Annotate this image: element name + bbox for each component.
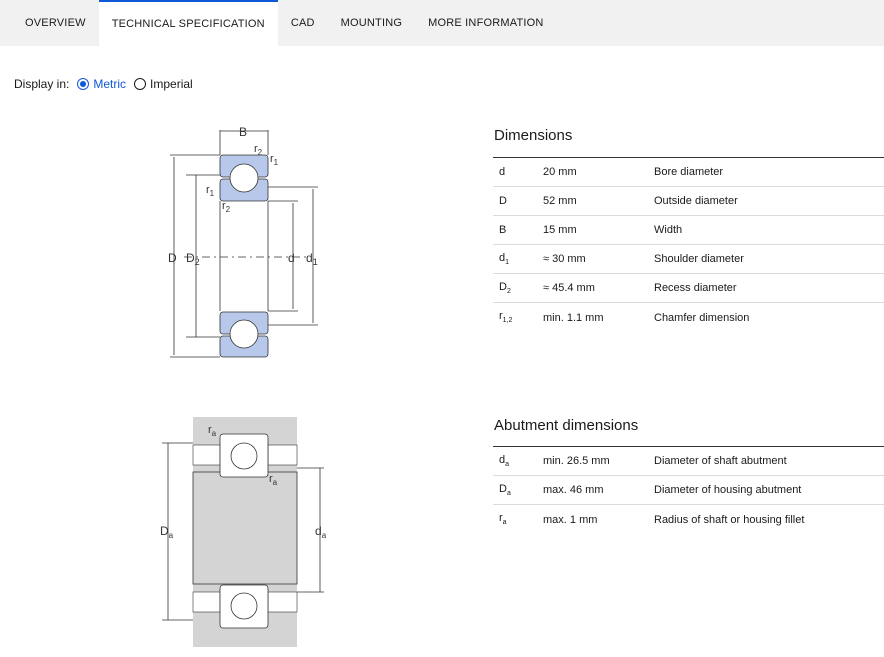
description-cell: Outside diameter xyxy=(654,195,738,207)
table-row: D 52 mm Outside diameter xyxy=(493,187,884,216)
tab-technical-specification[interactable]: TECHNICAL SPECIFICATION xyxy=(98,0,278,46)
symbol-cell: d xyxy=(499,166,506,178)
symbol-cell: ra xyxy=(499,512,507,527)
imperial-radio[interactable] xyxy=(134,78,147,90)
description-cell: Width xyxy=(654,224,683,236)
table-row: D2 ≈ 45.4 mm Recess diameter xyxy=(493,274,884,303)
tab-overview[interactable]: OVERVIEW xyxy=(0,0,99,46)
metric-option-label[interactable]: Metric xyxy=(93,77,126,91)
svg-text:d: d xyxy=(288,251,295,265)
symbol-cell: D2 xyxy=(499,280,511,296)
svg-text:da: da xyxy=(315,524,327,540)
description-cell: Recess diameter xyxy=(654,282,737,294)
table-row: ra max. 1 mm Radius of shaft or housing fi… xyxy=(493,505,884,534)
svg-text:r2: r2 xyxy=(222,200,231,214)
svg-text:r1: r1 xyxy=(206,184,215,198)
value-cell: max. 46 mm xyxy=(543,484,604,496)
value-cell: 52 mm xyxy=(543,195,577,207)
symbol-cell: d1 xyxy=(499,251,510,267)
symbol-cell: r1,2 xyxy=(499,310,513,325)
value-cell: 20 mm xyxy=(543,166,577,178)
unit-selector: Display in: Metric Imperial xyxy=(14,77,193,91)
symbol-cell: Da xyxy=(499,482,511,498)
label-B: B xyxy=(239,125,247,139)
imperial-option-label[interactable]: Imperial xyxy=(150,77,193,91)
radio-dot xyxy=(80,81,87,87)
description-cell: Diameter of housing abutment xyxy=(654,484,802,496)
bearing-section-drawing: B r2 r1 r1 r2 D D2 d d1 xyxy=(168,125,318,358)
table-row: da min. 26.5 mm Diameter of shaft abutment xyxy=(493,447,884,476)
description-cell: Bore diameter xyxy=(654,166,724,178)
value-cell: max. 1 mm xyxy=(543,513,598,526)
description-cell: Shoulder diameter xyxy=(654,253,744,265)
description-cell: Radius of shaft or housing fillet xyxy=(654,513,805,526)
svg-text:r2: r2 xyxy=(254,143,263,157)
svg-text:D2: D2 xyxy=(186,251,200,267)
dimensions-table: d 20 mm Bore diameter D 52 mm Outside diamete… xyxy=(493,157,884,332)
display-in-label: Display in: xyxy=(14,77,70,91)
description-cell: Diameter of shaft abutment xyxy=(654,455,787,467)
svg-text:r1: r1 xyxy=(270,153,279,167)
abutment-title: Abutment dimensions xyxy=(494,417,639,434)
symbol-cell: D xyxy=(499,195,507,207)
tab-mounting[interactable]: MOUNTING xyxy=(328,0,415,46)
tab-cad[interactable]: CAD xyxy=(278,0,328,46)
table-row: Da max. 46 mm Diameter of housing abutment xyxy=(493,476,884,505)
table-row: d 20 mm Bore diameter xyxy=(493,158,884,187)
value-cell: min. 26.5 mm xyxy=(543,455,610,467)
svg-text:D: D xyxy=(168,251,177,265)
symbol-cell: B xyxy=(499,224,507,236)
svg-text:Da: Da xyxy=(160,524,174,540)
value-cell: 15 mm xyxy=(543,224,577,236)
table-row: r1,2 min. 1.1 mm Chamfer dimension xyxy=(493,303,884,332)
metric-radio[interactable] xyxy=(77,78,90,90)
description-cell: Chamfer dimension xyxy=(654,311,750,324)
tab-bar: OVERVIEW TECHNICAL SPECIFICATION CAD MOU… xyxy=(0,0,884,46)
abutment-table: da min. 26.5 mm Diameter of shaft abutment… xyxy=(493,446,884,534)
table-row: B 15 mm Width xyxy=(493,216,884,245)
value-cell: min. 1.1 mm xyxy=(543,311,604,324)
dimensions-title: Dimensions xyxy=(494,127,573,144)
value-cell: ≈ 45.4 mm xyxy=(543,282,595,294)
abutment-drawing: ra ra Da da xyxy=(160,417,327,647)
svg-text:d1: d1 xyxy=(306,251,318,267)
tab-more-information[interactable]: MORE INFORMATION xyxy=(415,0,556,46)
table-row: d1 ≈ 30 mm Shoulder diameter xyxy=(493,245,884,274)
symbol-cell: da xyxy=(499,453,510,469)
value-cell: ≈ 30 mm xyxy=(543,253,586,265)
